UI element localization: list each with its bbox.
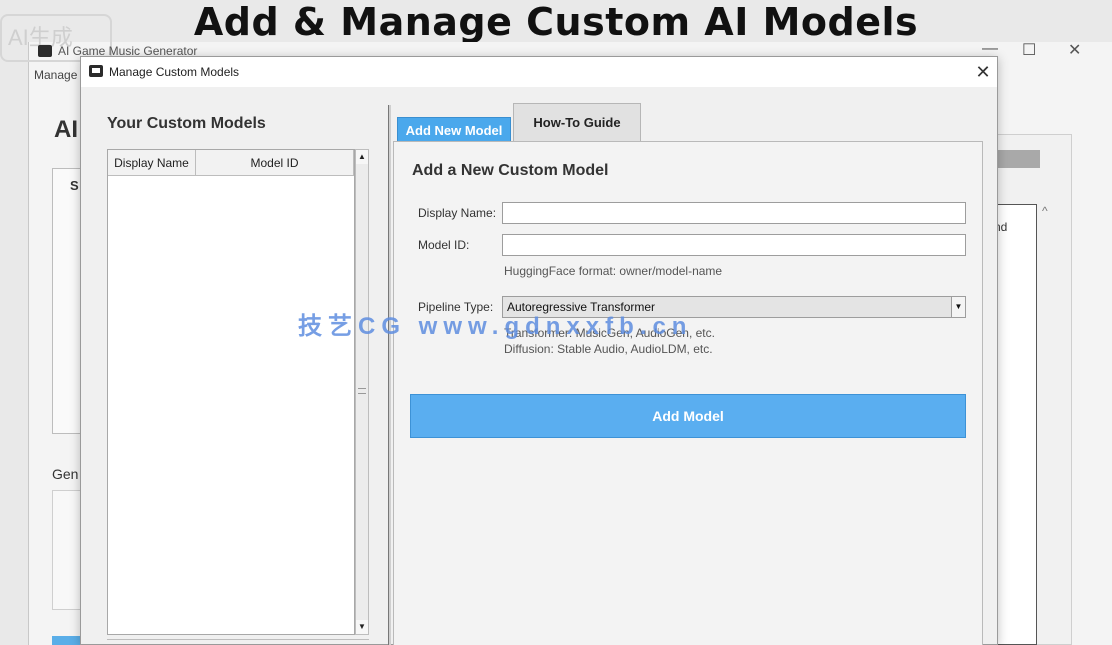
close-icon[interactable]: ✕ xyxy=(971,59,995,85)
scroll-up-icon[interactable]: ▲ xyxy=(356,150,368,164)
chevron-up-icon: ^ xyxy=(1042,204,1048,218)
app-icon xyxy=(89,65,103,77)
custom-models-list[interactable]: Display Name Model ID xyxy=(107,149,355,635)
model-id-hint: HuggingFace format: owner/model-name xyxy=(504,264,723,278)
column-header-model-id[interactable]: Model ID xyxy=(196,150,354,176)
display-name-label: Display Name: xyxy=(418,206,497,220)
model-id-label: Model ID: xyxy=(418,238,470,252)
background-menu-item[interactable]: Manage xyxy=(34,68,77,82)
tab-how-to-guide[interactable]: How-To Guide xyxy=(513,103,641,141)
dropdown-arrow-icon[interactable]: ▼ xyxy=(951,297,965,317)
list-header: Display Name Model ID xyxy=(108,150,354,176)
scroll-down-icon[interactable]: ▼ xyxy=(356,620,368,634)
maximize-button[interactable]: ☐ xyxy=(1022,40,1036,60)
scrollbar-grip[interactable] xyxy=(358,388,366,394)
background-section-label: Gen xyxy=(52,466,79,482)
column-header-display-name[interactable]: Display Name xyxy=(108,150,196,176)
banner: Add & Manage Custom AI Models xyxy=(0,0,1112,44)
background-progress-bar xyxy=(996,150,1040,168)
add-model-panel: Add a New Custom Model Display Name: Mod… xyxy=(393,141,983,645)
dialog-title: Manage Custom Models xyxy=(109,65,240,79)
list-bottom-edge xyxy=(107,639,369,645)
pane-splitter[interactable] xyxy=(388,105,391,645)
app-icon xyxy=(38,45,52,57)
display-name-input[interactable] xyxy=(502,202,966,224)
banner-title: Add & Manage Custom AI Models xyxy=(193,0,919,44)
background-heading: AI xyxy=(54,116,78,143)
list-scrollbar[interactable]: ▲ ▼ xyxy=(355,149,369,635)
manage-custom-models-dialog: Manage Custom Models ✕ Your Custom Model… xyxy=(80,56,998,645)
tab-add-new-model[interactable]: Add New Model xyxy=(397,117,511,143)
add-model-button[interactable]: Add Model xyxy=(410,394,966,438)
background-close-button[interactable]: ✕ xyxy=(1068,40,1081,60)
background-blue-button xyxy=(52,636,80,645)
watermark-center: 技艺CG www.gdnxxfb.cn xyxy=(298,313,693,340)
custom-models-heading: Your Custom Models xyxy=(107,115,266,132)
dialog-titlebar: Manage Custom Models ✕ xyxy=(81,57,997,87)
background-panel-label: S xyxy=(70,178,79,193)
form-heading: Add a New Custom Model xyxy=(412,162,609,179)
pipeline-hint-diffusion: Diffusion: Stable Audio, AudioLDM, etc. xyxy=(504,342,713,356)
model-id-input[interactable] xyxy=(502,234,966,256)
